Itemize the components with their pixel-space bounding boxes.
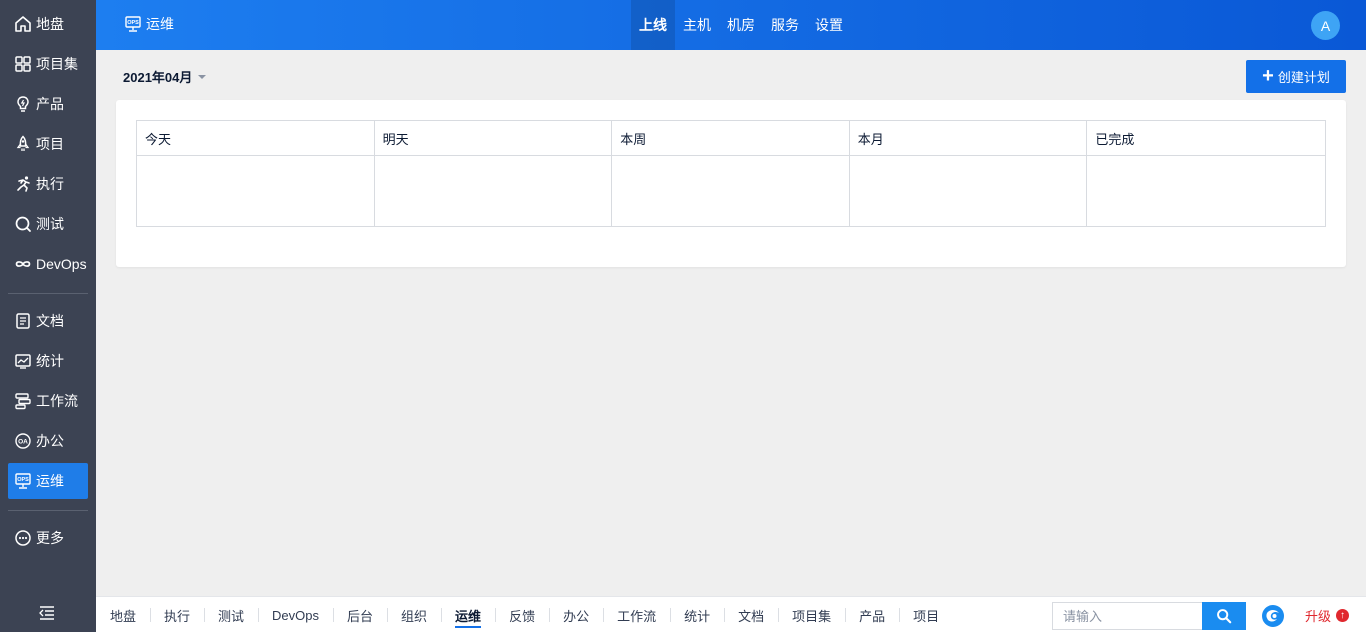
column-body-today <box>137 156 375 227</box>
bottom-bar: 地盘 执行 测试 DevOps 后台 组织 运维 反馈 办公 工作流 统计 文档… <box>96 596 1366 632</box>
sidebar-item-label: 文档 <box>36 313 64 329</box>
column-body-tomorrow <box>375 156 613 227</box>
svg-text:OA: OA <box>18 438 28 445</box>
brand-logo-icon[interactable] <box>1261 604 1285 628</box>
workflow-icon <box>14 392 32 410</box>
avatar[interactable]: A <box>1311 11 1340 40</box>
document-icon <box>14 312 32 330</box>
tab-host[interactable]: 主机 <box>675 0 719 50</box>
tab-settings[interactable]: 设置 <box>807 0 851 50</box>
column-header-tomorrow: 明天 <box>374 121 613 156</box>
sidebar-item-more[interactable]: 更多 <box>8 520 88 556</box>
column-body-this-week <box>612 156 850 227</box>
bottom-nav-item[interactable]: 后台 <box>333 597 387 632</box>
upgrade-label: 升级 <box>1305 608 1332 624</box>
sidebar-item-label: 办公 <box>36 433 64 449</box>
rocket-icon <box>14 135 32 153</box>
ops-icon: OPS <box>14 472 32 490</box>
top-header: OPS 运维 上线 主机 机房 服务 设置 A <box>96 0 1366 50</box>
sidebar: 地盘 项目集 产品 项目 执行 测试 DevOps 文档 统计 工作流 OA 办… <box>0 0 96 632</box>
caret-down-icon <box>198 74 207 79</box>
create-plan-label: 创建计划 <box>1277 70 1330 85</box>
bottom-nav-item-active[interactable]: 运维 <box>441 597 495 632</box>
sidebar-item-execution[interactable]: 执行 <box>8 166 88 202</box>
top-nav: 上线 主机 机房 服务 设置 <box>631 0 851 50</box>
more-icon <box>14 529 32 547</box>
lightbulb-icon <box>14 95 32 113</box>
sidebar-item-label: 执行 <box>36 176 64 192</box>
sidebar-item-label: 更多 <box>36 530 64 546</box>
column-body-this-month <box>850 156 1088 227</box>
sidebar-item-doc[interactable]: 文档 <box>8 303 88 339</box>
bug-search-icon <box>14 215 32 233</box>
run-icon <box>14 175 32 193</box>
create-plan-button[interactable]: + 创建计划 <box>1246 60 1346 93</box>
bottom-nav-item[interactable]: 产品 <box>845 597 899 632</box>
bottom-nav-item[interactable]: 工作流 <box>603 597 670 632</box>
sidebar-item-bi[interactable]: 统计 <box>8 343 88 379</box>
menu-toggle-icon[interactable] <box>38 605 56 621</box>
sidebar-item-label: 统计 <box>36 353 64 369</box>
sidebar-divider <box>8 293 88 294</box>
oa-icon: OA <box>14 432 32 450</box>
month-selector[interactable]: 2021年04月 <box>123 67 207 86</box>
plan-table: 今天 明天 本周 本月 已完成 <box>136 120 1326 227</box>
bottom-nav-item[interactable]: 地盘 <box>96 597 150 632</box>
sidebar-item-ops[interactable]: OPS 运维 <box>8 463 88 499</box>
month-label: 2021年04月 <box>123 70 193 85</box>
column-header-done: 已完成 <box>1087 121 1325 156</box>
svg-text:OPS: OPS <box>127 20 139 26</box>
search-icon <box>1217 609 1232 624</box>
sidebar-item-oa[interactable]: OA 办公 <box>8 423 88 459</box>
sidebar-item-project[interactable]: 项目 <box>8 126 88 162</box>
grid-icon <box>14 55 32 73</box>
sidebar-item-label: 地盘 <box>36 16 64 32</box>
bottom-nav-item[interactable]: 反馈 <box>495 597 549 632</box>
column-header-this-month: 本月 <box>849 121 1088 156</box>
bottom-nav-item[interactable]: 项目集 <box>778 597 845 632</box>
sidebar-item-label: DevOps <box>36 256 87 272</box>
sidebar-item-label: 项目 <box>36 136 64 152</box>
tab-service[interactable]: 服务 <box>763 0 807 50</box>
bottom-nav-item[interactable]: 项目 <box>899 597 953 632</box>
search-input[interactable] <box>1052 602 1203 630</box>
ops-icon: OPS <box>124 15 142 33</box>
tab-deploy[interactable]: 上线 <box>631 0 675 50</box>
infinity-icon <box>14 255 32 273</box>
sidebar-item-label: 测试 <box>36 216 64 232</box>
home-icon <box>14 15 32 33</box>
column-header-today: 今天 <box>137 121 375 156</box>
tab-serverroom[interactable]: 机房 <box>719 0 763 50</box>
sidebar-item-workflow[interactable]: 工作流 <box>8 383 88 419</box>
svg-text:OPS: OPS <box>17 477 29 483</box>
column-header-this-week: 本周 <box>612 121 850 156</box>
bottom-nav-item[interactable]: 统计 <box>670 597 724 632</box>
column-body-done <box>1087 156 1325 227</box>
bottom-nav-item[interactable]: 测试 <box>204 597 258 632</box>
bottom-nav-item[interactable]: 办公 <box>549 597 603 632</box>
chart-monitor-icon <box>14 352 32 370</box>
sidebar-divider <box>8 510 88 511</box>
sidebar-item-label: 产品 <box>36 96 64 112</box>
plan-board: 今天 明天 本周 本月 已完成 <box>116 100 1346 267</box>
sidebar-item-label: 项目集 <box>36 56 78 72</box>
bottom-nav-item[interactable]: 执行 <box>150 597 204 632</box>
sidebar-item-program[interactable]: 项目集 <box>8 46 88 82</box>
sidebar-item-devops[interactable]: DevOps <box>8 246 88 282</box>
sidebar-item-label: 工作流 <box>36 393 78 409</box>
arrow-up-icon: ↑ <box>1336 608 1350 622</box>
bottom-nav-item[interactable]: DevOps <box>258 597 333 632</box>
search-button[interactable] <box>1202 602 1246 630</box>
sidebar-item-product[interactable]: 产品 <box>8 86 88 122</box>
bottom-nav-item[interactable]: 组织 <box>387 597 441 632</box>
sidebar-item-qa[interactable]: 测试 <box>8 206 88 242</box>
app-title-label: 运维 <box>146 16 174 32</box>
bottom-nav-item[interactable]: 文档 <box>724 597 778 632</box>
app-title[interactable]: OPS 运维 <box>124 14 174 34</box>
plus-icon: + <box>1262 64 1274 87</box>
sidebar-item-dashboard[interactable]: 地盘 <box>8 6 88 42</box>
upgrade-button[interactable]: 升级 ↑ <box>1305 597 1350 632</box>
bottom-nav: 地盘 执行 测试 DevOps 后台 组织 运维 反馈 办公 工作流 统计 文档… <box>96 597 953 632</box>
sidebar-item-label: 运维 <box>36 473 64 489</box>
